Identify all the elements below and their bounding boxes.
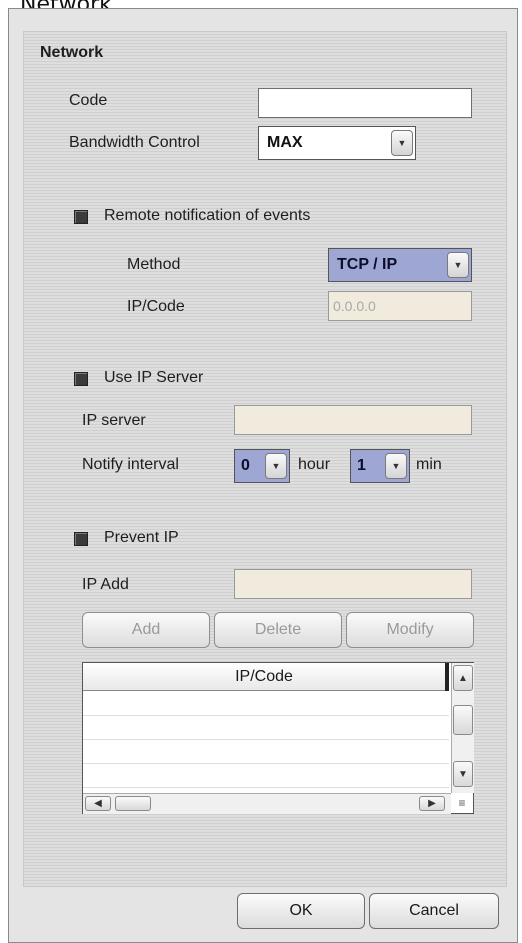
- chevron-up-icon[interactable]: ▲: [453, 665, 473, 691]
- min-unit-label: min: [416, 456, 442, 473]
- ok-button[interactable]: OK: [237, 893, 365, 929]
- network-panel: Network Code Bandwidth Control MAX ▼ Rem…: [23, 31, 507, 887]
- ip-code-field[interactable]: [328, 291, 472, 321]
- remote-notification-label: Remote notification of events: [104, 207, 311, 224]
- chevron-right-icon[interactable]: ▶: [419, 796, 445, 811]
- prevent-ip-label: Prevent IP: [104, 529, 179, 546]
- use-ip-server-checkbox[interactable]: [74, 372, 88, 386]
- table-row: [83, 739, 449, 740]
- chevron-down-icon[interactable]: ▼: [385, 453, 407, 479]
- method-select[interactable]: TCP / IP ▼: [328, 248, 472, 282]
- section-heading: Network: [40, 44, 104, 61]
- modify-button[interactable]: Modify: [346, 612, 474, 648]
- chevron-down-icon[interactable]: ▼: [391, 130, 413, 156]
- chevron-down-icon[interactable]: ▼: [265, 453, 287, 479]
- table-row: [83, 763, 449, 764]
- column-divider[interactable]: [445, 663, 449, 691]
- bandwidth-value: MAX: [267, 134, 303, 151]
- method-value: TCP / IP: [337, 256, 398, 273]
- bandwidth-label: Bandwidth Control: [69, 134, 200, 151]
- notify-hour-select[interactable]: 0 ▼: [234, 449, 290, 483]
- ip-add-input[interactable]: [235, 570, 471, 598]
- use-ip-server-label: Use IP Server: [104, 369, 204, 386]
- code-field[interactable]: [258, 88, 472, 118]
- code-label: Code: [69, 92, 108, 109]
- table-row: [83, 787, 449, 788]
- network-dialog: Network Code Bandwidth Control MAX ▼ Rem…: [8, 8, 518, 943]
- notify-hour-value: 0: [241, 457, 250, 474]
- notify-interval-label: Notify interval: [82, 456, 179, 473]
- add-button[interactable]: Add: [82, 612, 210, 648]
- ip-server-input[interactable]: [235, 406, 471, 434]
- notify-min-select[interactable]: 1 ▼: [350, 449, 410, 483]
- cancel-button[interactable]: Cancel: [369, 893, 499, 929]
- chevron-left-icon[interactable]: ◀: [85, 796, 111, 811]
- ip-add-field[interactable]: [234, 569, 472, 599]
- resize-grip-icon: ≡: [458, 796, 466, 810]
- ip-code-table[interactable]: IP/Code ▲ ▼ ◀ ▶ ≡: [82, 662, 474, 814]
- remote-notification-checkbox[interactable]: [74, 210, 88, 224]
- table-row: [83, 715, 449, 716]
- code-input[interactable]: [259, 89, 471, 117]
- method-label: Method: [127, 256, 181, 273]
- ip-code-column-header[interactable]: IP/Code: [83, 663, 445, 691]
- ip-code-label: IP/Code: [127, 298, 185, 315]
- horizontal-scrollbar[interactable]: ◀ ▶: [83, 793, 451, 814]
- scrollbar-thumb[interactable]: [453, 705, 473, 735]
- prevent-ip-checkbox[interactable]: [74, 532, 88, 546]
- ip-server-label: IP server: [82, 412, 146, 429]
- ip-server-field[interactable]: [234, 405, 472, 435]
- delete-button[interactable]: Delete: [214, 612, 342, 648]
- bandwidth-select[interactable]: MAX ▼: [258, 126, 416, 160]
- chevron-down-icon[interactable]: ▼: [453, 761, 473, 787]
- chevron-down-icon[interactable]: ▼: [447, 252, 469, 278]
- notify-min-value: 1: [357, 457, 366, 474]
- vertical-scrollbar[interactable]: ▲ ▼: [451, 663, 474, 793]
- ip-code-input[interactable]: [329, 292, 471, 320]
- ip-add-label: IP Add: [82, 576, 129, 593]
- hour-unit-label: hour: [298, 456, 331, 473]
- scrollbar-thumb-horizontal[interactable]: [115, 796, 151, 811]
